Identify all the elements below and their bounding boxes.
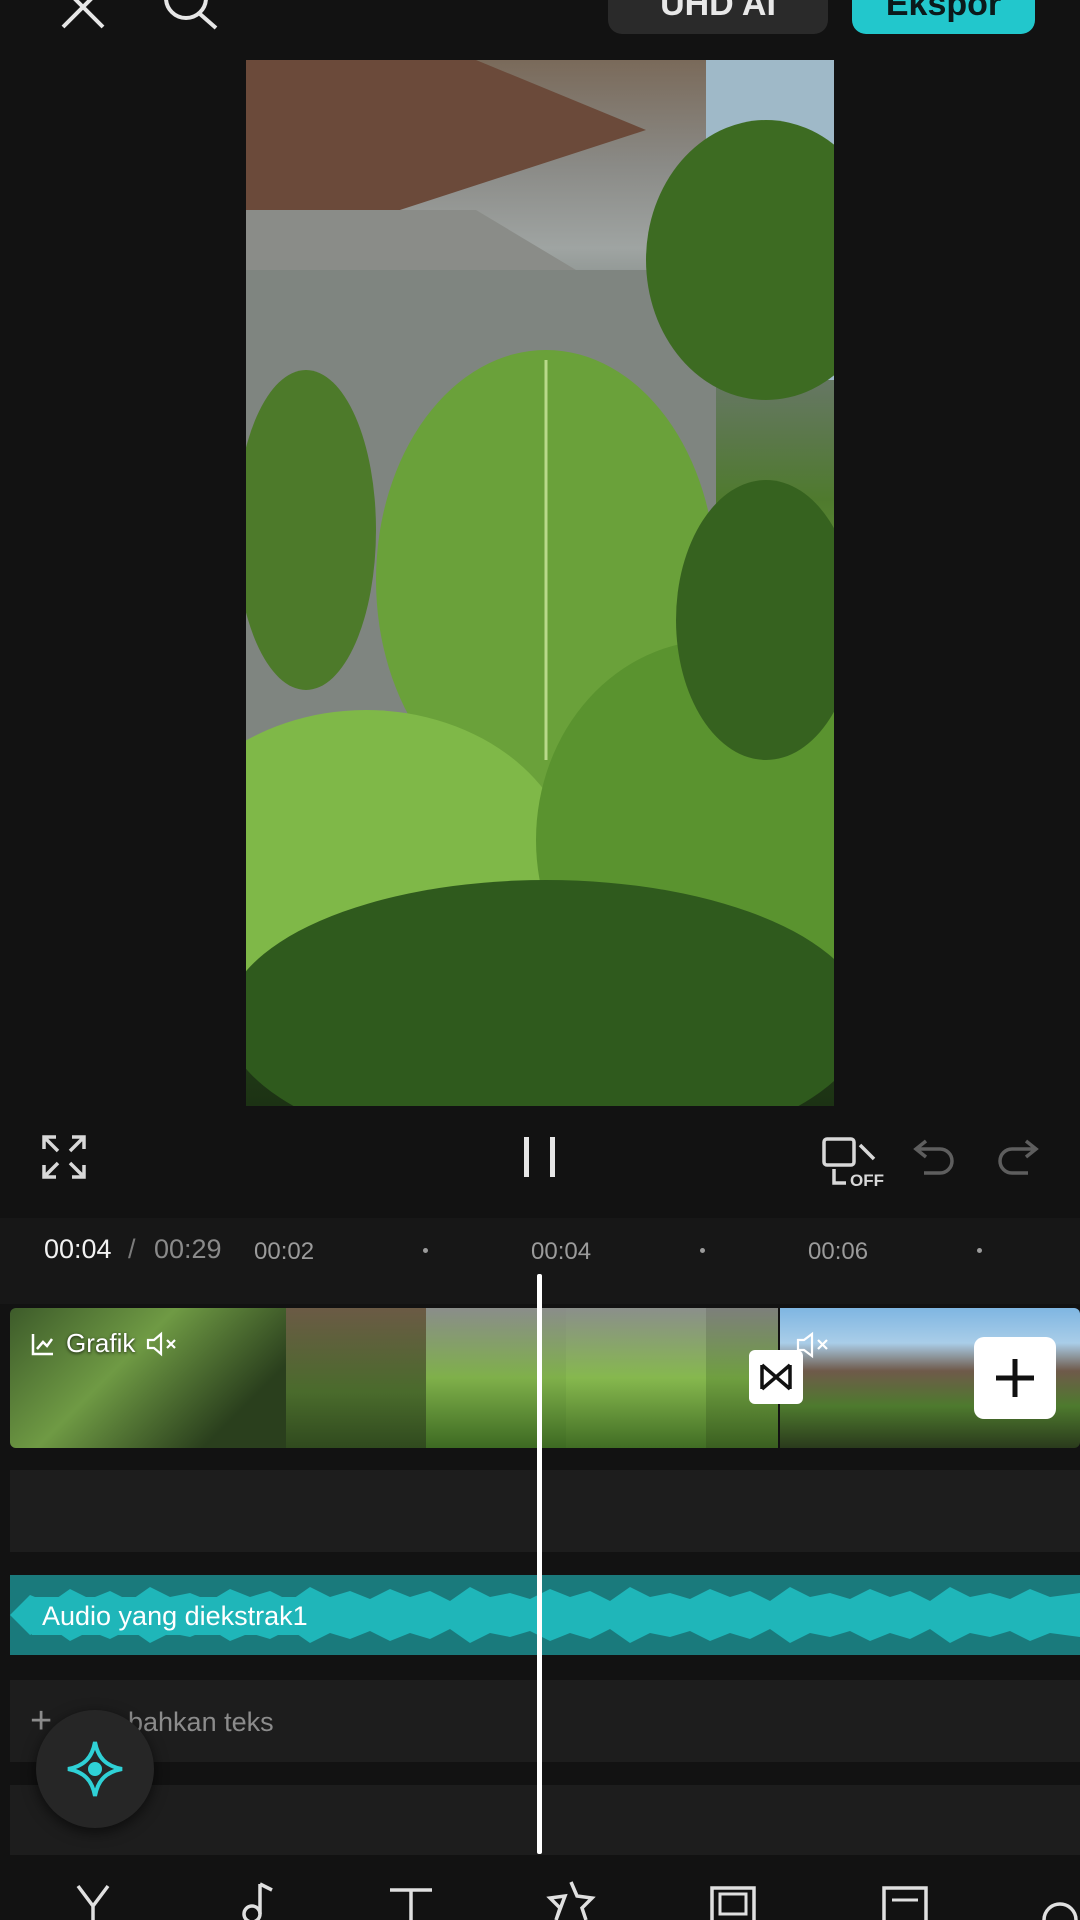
time-separator: / [128, 1234, 136, 1264]
ruler-dot [977, 1248, 982, 1253]
video-preview[interactable] [246, 60, 834, 1106]
playhead[interactable] [537, 1274, 542, 1854]
clip-name: Grafik [66, 1328, 136, 1358]
audio-track-label: Audio yang diekstrak1 [32, 1597, 318, 1635]
sparkle-icon [67, 1741, 123, 1797]
transition-button[interactable] [749, 1350, 803, 1404]
mute-icon[interactable] [145, 1331, 179, 1357]
ruler-tick: 00:02 [254, 1238, 315, 1265]
quality-button[interactable]: UHD AI [608, 0, 828, 34]
graph-icon [31, 1333, 54, 1355]
undo-icon[interactable] [912, 1135, 956, 1179]
clip-label: Grafik [30, 1328, 179, 1359]
export-button[interactable]: Ekspor [852, 0, 1035, 34]
redo-icon[interactable] [996, 1135, 1040, 1179]
clip-thumbnail [566, 1308, 706, 1448]
more-icon[interactable] [1040, 1880, 1080, 1920]
preview-frame-image [246, 60, 834, 1106]
overlay-icon[interactable] [708, 1880, 758, 1920]
empty-track[interactable] [10, 1470, 1080, 1552]
sticker-icon[interactable] [546, 1880, 596, 1920]
search-icon[interactable] [160, 0, 220, 30]
ruler-tick: 00:06 [808, 1238, 869, 1265]
total-time: 00:29 [154, 1234, 222, 1264]
top-bar: UHD AI Ekspor [0, 0, 1080, 50]
fullscreen-icon[interactable] [42, 1135, 86, 1179]
keyframe-toggle[interactable]: OFF [820, 1135, 890, 1191]
bottom-toolbar [0, 1880, 1080, 1920]
text-icon[interactable] [386, 1880, 436, 1920]
plus-icon [996, 1359, 1034, 1397]
pause-icon[interactable] [520, 1135, 560, 1179]
music-icon[interactable] [230, 1880, 280, 1920]
ai-assistant-button[interactable] [36, 1710, 154, 1828]
clip-thumbnail [286, 1308, 426, 1448]
ruler-dot [700, 1248, 705, 1253]
transition-icon [760, 1363, 792, 1391]
add-clip-button[interactable] [974, 1337, 1056, 1419]
cut-icon[interactable] [68, 1880, 118, 1920]
empty-track[interactable] [10, 1785, 1080, 1855]
current-time: 00:04 [44, 1234, 112, 1264]
ruler-dot [423, 1248, 428, 1253]
add-text-label[interactable]: bahkan teks [128, 1707, 274, 1738]
close-icon[interactable] [58, 0, 108, 32]
keyframe-state: OFF [850, 1171, 884, 1190]
clip-thumbnail [426, 1308, 566, 1448]
ruler-tick: 00:04 [531, 1238, 592, 1265]
captions-icon[interactable] [880, 1880, 930, 1920]
